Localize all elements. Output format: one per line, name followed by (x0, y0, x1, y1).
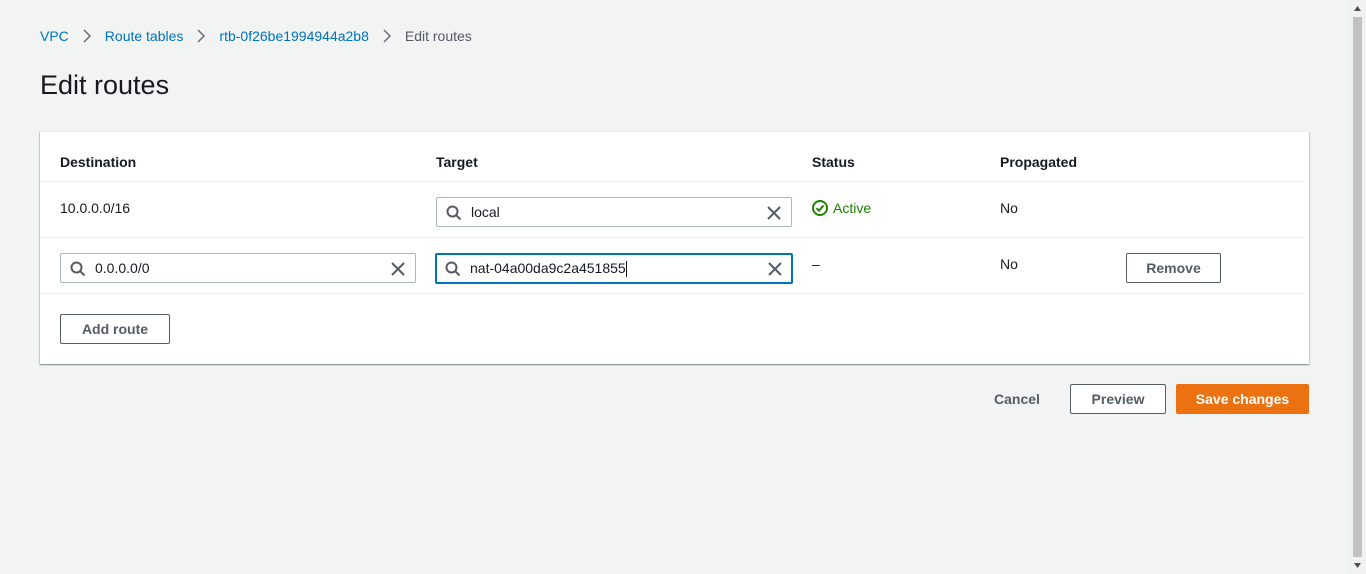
status-text: – (812, 256, 820, 272)
close-icon[interactable] (766, 205, 782, 221)
cancel-button[interactable]: Cancel (987, 384, 1047, 414)
header-target: Target (436, 154, 478, 170)
chevron-right-icon (69, 29, 105, 43)
chevron-right-icon (183, 29, 219, 43)
target-value: local (471, 204, 500, 220)
propagated-value: No (1000, 256, 1018, 272)
search-icon (445, 261, 461, 277)
target-value: nat-04a00da9c2a451855 (470, 259, 626, 276)
page-title: Edit routes (40, 70, 170, 100)
header-propagated: Propagated (1000, 154, 1078, 170)
add-route-button[interactable]: Add route (60, 314, 170, 344)
breadcrumb: VPC Route tables rtb-0f26be1994944a2b8 E… (40, 27, 472, 45)
breadcrumb-current: Edit routes (404, 28, 472, 44)
table-row: 10.0.0.0/16 local Active No (40, 182, 1304, 238)
destination-input[interactable]: 0.0.0.0/0 (60, 253, 416, 283)
scroll-down-icon[interactable] (1353, 561, 1362, 570)
chevron-right-icon (369, 29, 405, 43)
target-input[interactable]: local (436, 197, 792, 227)
scrollbar-thumb[interactable] (1353, 17, 1362, 557)
target-input[interactable]: nat-04a00da9c2a451855 (435, 253, 793, 284)
table-row: 0.0.0.0/0 nat-04a00da9c2a451855 – No Rem… (40, 238, 1304, 294)
status-text: Active (833, 200, 872, 216)
scroll-up-icon[interactable] (1353, 4, 1362, 13)
close-icon[interactable] (767, 261, 783, 277)
propagated-value: No (1000, 200, 1018, 216)
remove-button[interactable]: Remove (1126, 253, 1221, 283)
check-circle-icon (812, 200, 828, 216)
save-changes-button[interactable]: Save changes (1176, 384, 1309, 414)
search-icon (70, 261, 86, 277)
breadcrumb-route-table-id[interactable]: rtb-0f26be1994944a2b8 (219, 28, 368, 44)
preview-button[interactable]: Preview (1070, 384, 1166, 414)
breadcrumb-route-tables[interactable]: Route tables (105, 28, 184, 44)
breadcrumb-vpc[interactable]: VPC (40, 28, 69, 44)
destination-value: 0.0.0.0/0 (95, 260, 150, 276)
scrollbar[interactable] (1349, 0, 1366, 574)
text-cursor (625, 261, 627, 278)
routes-panel: Destination Target Status Propagated 10.… (40, 131, 1309, 364)
header-status: Status (812, 154, 855, 170)
table-header-row: Destination Target Status Propagated (40, 132, 1304, 182)
status-badge: Active (812, 200, 871, 216)
destination-value: 10.0.0.0/16 (60, 200, 131, 216)
search-icon (446, 205, 462, 221)
close-icon[interactable] (390, 261, 406, 277)
header-destination: Destination (60, 154, 137, 170)
